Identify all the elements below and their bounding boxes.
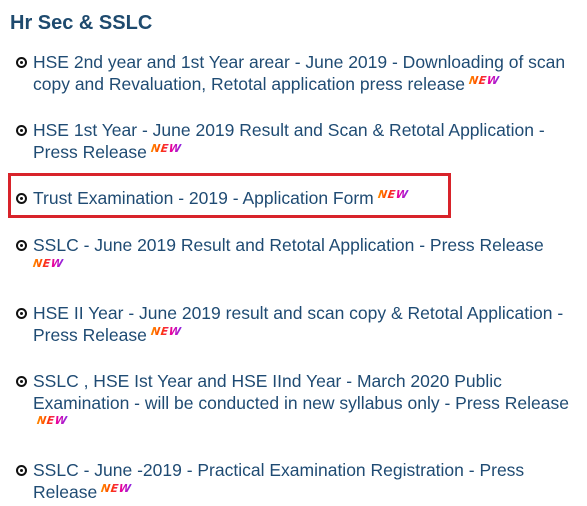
news-item: SSLC , HSE Ist Year and HSE IInd Year - …	[16, 371, 576, 435]
news-item: SSLC - June -2019 - Practical Examinatio…	[16, 460, 576, 503]
news-link[interactable]: Trust Examination - 2019 - Application F…	[33, 188, 374, 208]
radio-dot-icon	[16, 125, 27, 136]
news-item: SSLC - June 2019 Result and Retotal Appl…	[16, 235, 576, 278]
news-link[interactable]: SSLC - June 2019 Result and Retotal Appl…	[33, 235, 544, 255]
new-badge-icon: NEW	[149, 141, 183, 155]
news-link[interactable]: HSE 2nd year and 1st Year arear - June 2…	[33, 52, 565, 94]
radio-dot-icon	[16, 57, 27, 68]
new-badge-icon: NEW	[376, 188, 410, 201]
news-item: Trust Examination - 2019 - Application F…	[16, 188, 576, 210]
radio-dot-icon	[16, 308, 27, 319]
radio-dot-icon	[16, 193, 27, 204]
news-link[interactable]: SSLC , HSE Ist Year and HSE IInd Year - …	[33, 371, 569, 413]
new-badge-icon: NEW	[100, 481, 133, 495]
news-link[interactable]: HSE 1st Year - June 2019 Result and Scan…	[33, 120, 545, 162]
new-badge-icon: NEW	[468, 73, 501, 87]
news-link[interactable]: SSLC - June -2019 - Practical Examinatio…	[33, 460, 524, 502]
news-link[interactable]: HSE II Year - June 2019 result and scan …	[33, 303, 563, 345]
new-badge-icon: NEW	[32, 256, 65, 270]
new-badge-icon: NEW	[149, 324, 183, 338]
new-badge-icon: NEW	[36, 414, 69, 427]
section-title: Hr Sec & SSLC	[10, 12, 153, 34]
radio-dot-icon	[16, 376, 27, 387]
radio-dot-icon	[16, 240, 27, 251]
news-item: HSE 2nd year and 1st Year arear - June 2…	[16, 52, 576, 95]
news-item: HSE II Year - June 2019 result and scan …	[16, 303, 576, 346]
news-item: HSE 1st Year - June 2019 Result and Scan…	[16, 120, 576, 163]
radio-dot-icon	[16, 465, 27, 476]
